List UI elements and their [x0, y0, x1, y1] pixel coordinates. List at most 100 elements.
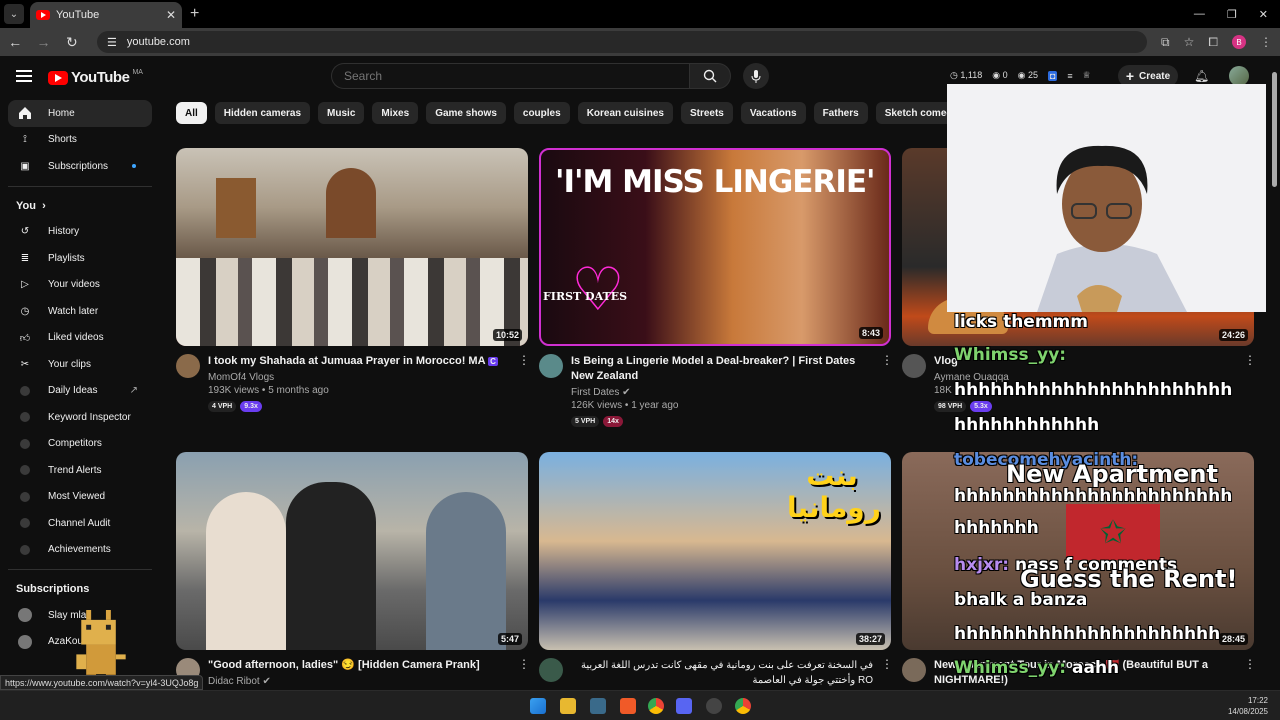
- sidebar-item-achievements[interactable]: Achievements: [0, 537, 160, 564]
- filter-chip[interactable]: Music: [318, 102, 365, 124]
- more-options-icon[interactable]: ⋮: [881, 354, 893, 427]
- install-app-icon[interactable]: ⧉: [1161, 35, 1170, 50]
- channel-avatar[interactable]: [902, 354, 926, 378]
- sidebar-item-watch-later[interactable]: ◷ Watch later: [0, 298, 160, 325]
- more-options-icon[interactable]: ⋮: [1244, 658, 1256, 688]
- tab-search-icon[interactable]: ⌄: [4, 4, 24, 24]
- app-icon[interactable]: [590, 698, 606, 714]
- sidebar-item-history[interactable]: ↺ History: [0, 219, 160, 246]
- voice-search-button[interactable]: [743, 63, 769, 89]
- restore-icon[interactable]: ❐: [1227, 8, 1237, 21]
- browser-tab[interactable]: YouTube ✕: [30, 2, 182, 28]
- sidebar-item-daily-ideas[interactable]: Daily Ideas ↗: [0, 378, 160, 405]
- video-card[interactable]: 5:47 "Good afternoon, ladies" 😏 [Hidden …: [176, 452, 530, 687]
- sidebar-item-shorts[interactable]: ⟟ Shorts: [0, 127, 160, 154]
- channel-name[interactable]: First Dates ✔: [571, 387, 873, 398]
- stat-eye: ◉ 0: [992, 70, 1008, 80]
- chat-text: Guess the Rent!: [1020, 565, 1238, 593]
- video-card[interactable]: بنت رومانيا 38:27 في السخنة تعرفت على بن…: [539, 452, 893, 688]
- sidebar-item-most-viewed[interactable]: Most Viewed: [0, 484, 160, 511]
- channel-avatar[interactable]: [539, 658, 563, 682]
- chrome-active-icon[interactable]: [735, 698, 751, 714]
- chat-text: hhhhhhhhhhhhhhhhhhhhhhh: [954, 486, 1233, 506]
- sidebar-item-playlists[interactable]: ≣ Playlists: [0, 245, 160, 272]
- sidebar-item-keyword-inspector[interactable]: Keyword Inspector: [0, 404, 160, 431]
- channel-avatar[interactable]: [176, 354, 200, 378]
- more-options-icon[interactable]: ⋮: [518, 658, 530, 687]
- video-thumbnail[interactable]: بنت رومانيا 38:27: [539, 452, 891, 650]
- extensions-icon[interactable]: ⧠: [1208, 35, 1218, 50]
- video-thumbnail[interactable]: 10:52: [176, 148, 528, 346]
- discord-icon[interactable]: [676, 698, 692, 714]
- account-avatar[interactable]: [1229, 66, 1249, 86]
- filter-chip[interactable]: Game shows: [426, 102, 506, 124]
- notifications-bell-icon[interactable]: 🔔︎: [1194, 69, 1209, 83]
- profile-avatar[interactable]: B: [1231, 35, 1246, 49]
- video-card[interactable]: 10:52 I took my Shahada at Jumuaa Prayer…: [176, 148, 530, 412]
- video-title[interactable]: في السخنة تعرفت على بنت رومانية في مقهى …: [571, 658, 873, 688]
- video-title[interactable]: Is Being a Lingerie Model a Deal-breaker…: [571, 354, 873, 384]
- extension-icon[interactable]: ◘: [1047, 70, 1058, 81]
- filter-chip[interactable]: All: [176, 102, 207, 124]
- minimize-icon[interactable]: —: [1194, 8, 1205, 21]
- search-input[interactable]: [344, 69, 689, 83]
- taskbar-clock[interactable]: 17:22 14/08/2025: [1228, 695, 1268, 717]
- channel-name[interactable]: Didac Ribot ✔: [208, 676, 510, 687]
- filter-chip[interactable]: couples: [513, 102, 570, 124]
- channel-avatar[interactable]: [539, 354, 563, 378]
- brave-icon[interactable]: [620, 698, 636, 714]
- sidebar-item-liked-videos[interactable]: 👍︎ Liked videos: [0, 325, 160, 352]
- verified-badge-icon: C: [488, 357, 498, 366]
- sidebar-item-subscriptions[interactable]: ▣ Subscriptions: [0, 153, 160, 180]
- file-explorer-icon[interactable]: [560, 698, 576, 714]
- sidebar-item-home[interactable]: Home: [8, 100, 152, 127]
- filter-chip[interactable]: Mixes: [372, 102, 419, 124]
- filter-chip[interactable]: Vacations: [740, 102, 806, 124]
- video-title[interactable]: "Good afternoon, ladies" 😏 [Hidden Camer…: [208, 658, 510, 673]
- url-field[interactable]: ☰ youtube.com: [97, 31, 1148, 53]
- bookmark-star-icon[interactable]: ☆: [1184, 35, 1195, 49]
- page-scrollbar[interactable]: [1270, 60, 1278, 688]
- filter-chip[interactable]: Streets: [680, 102, 733, 124]
- youtube-logo[interactable]: YouTube MA: [48, 69, 143, 86]
- close-tab-icon[interactable]: ✕: [166, 8, 176, 22]
- video-thumbnail[interactable]: 'I'M MISS LINGERIE' ♡ FIRST DATES 8:43: [539, 148, 891, 346]
- sidebar-item-channel-audit[interactable]: Channel Audit: [0, 510, 160, 537]
- more-options-icon[interactable]: ⋮: [518, 354, 530, 412]
- video-card[interactable]: 'I'M MISS LINGERIE' ♡ FIRST DATES 8:43 I…: [539, 148, 893, 427]
- sidebar-item-your-clips[interactable]: ✂ Your clips: [0, 351, 160, 378]
- playlists-icon: ≣: [20, 252, 30, 264]
- back-icon[interactable]: ←: [8, 34, 22, 50]
- list-icon[interactable]: ≡: [1067, 71, 1072, 81]
- video-duration: 38:27: [855, 633, 885, 645]
- obs-icon[interactable]: [706, 698, 722, 714]
- channel-name[interactable]: MomOf4 Vlogs: [208, 372, 510, 383]
- filter-chip[interactable]: Korean cuisines: [577, 102, 673, 124]
- tool-icon: [20, 438, 30, 449]
- more-options-icon[interactable]: ⋮: [881, 658, 893, 688]
- menu-hamburger-icon[interactable]: [16, 70, 32, 82]
- channel-avatar[interactable]: [902, 658, 926, 682]
- search-button[interactable]: [689, 63, 731, 89]
- trophy-icon[interactable]: ♕: [1083, 70, 1091, 81]
- reload-icon[interactable]: ↻: [65, 34, 79, 51]
- video-thumbnail[interactable]: 5:47: [176, 452, 528, 650]
- new-tab-button[interactable]: +: [190, 5, 199, 23]
- multiplier-badge: 9.3x: [240, 401, 262, 412]
- sidebar-item-trend-alerts[interactable]: Trend Alerts: [0, 457, 160, 484]
- sidebar-you-heading[interactable]: You ›: [0, 193, 160, 219]
- sidebar-item-competitors[interactable]: Competitors: [0, 431, 160, 458]
- chat-text: hhhhhhh: [954, 518, 1039, 538]
- forward-icon[interactable]: →: [36, 34, 51, 50]
- window-close-icon[interactable]: ✕: [1259, 8, 1268, 21]
- site-info-icon[interactable]: ☰: [107, 36, 117, 49]
- more-options-icon[interactable]: ⋮: [1244, 354, 1256, 412]
- filter-chip[interactable]: Hidden cameras: [214, 102, 311, 124]
- filter-chip[interactable]: Fathers: [813, 102, 868, 124]
- chrome-icon[interactable]: [648, 698, 664, 714]
- browser-menu-icon[interactable]: ⋮: [1260, 35, 1272, 49]
- video-title[interactable]: I took my Shahada at Jumuaa Prayer in Mo…: [208, 354, 510, 369]
- windows-start-icon[interactable]: [530, 698, 546, 714]
- scrollbar-thumb[interactable]: [1272, 72, 1277, 187]
- sidebar-item-your-videos[interactable]: ▷ Your videos: [0, 272, 160, 299]
